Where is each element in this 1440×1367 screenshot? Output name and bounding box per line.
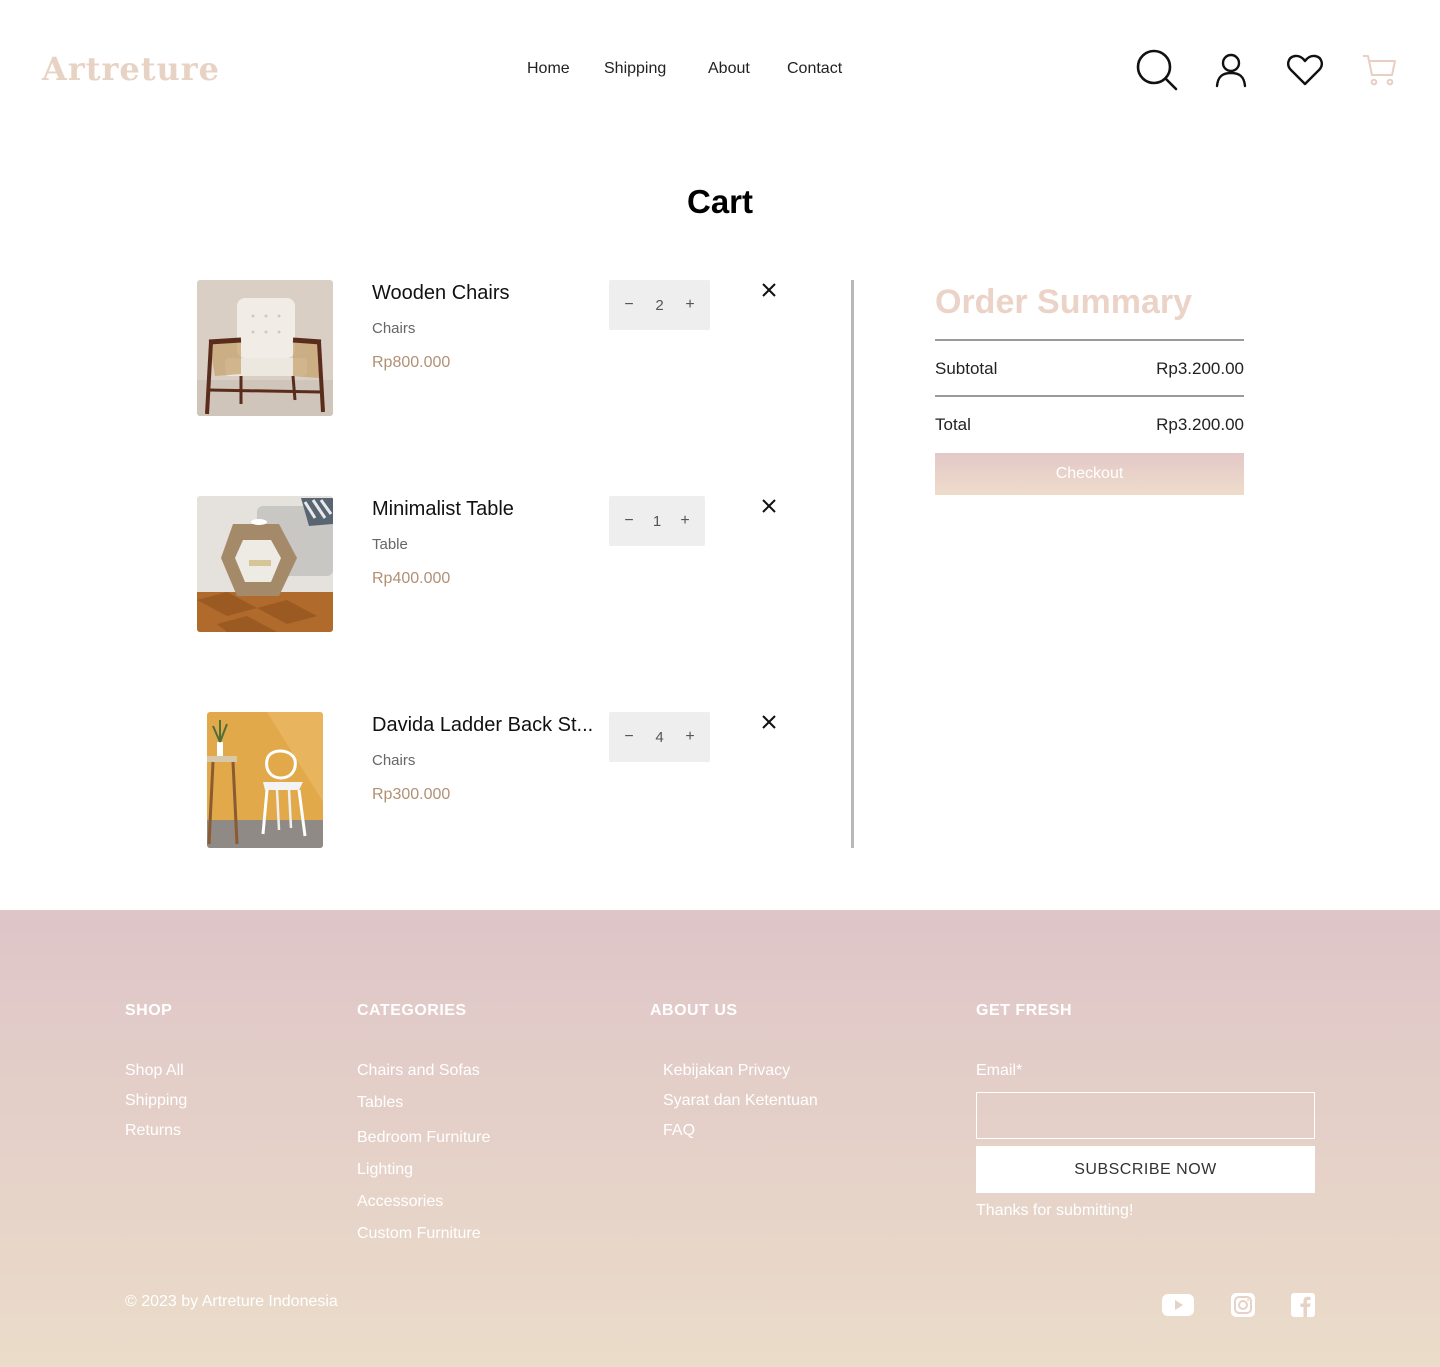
item-category: Table bbox=[372, 536, 408, 553]
quantity-value[interactable]: 4 bbox=[655, 729, 663, 746]
footer-link[interactable]: Kebijakan Privacy bbox=[663, 1062, 790, 1080]
page-title: Cart bbox=[686, 183, 754, 220]
item-name[interactable]: Davida Ladder Back St... bbox=[372, 714, 593, 737]
checkout-button[interactable]: Checkout bbox=[935, 453, 1244, 495]
footer-heading-categories: CATEGORIES bbox=[357, 1002, 467, 1019]
youtube-icon[interactable] bbox=[1162, 1292, 1194, 1318]
decrease-button[interactable]: − bbox=[623, 512, 635, 530]
side-table-photo[interactable] bbox=[197, 496, 333, 632]
facebook-icon[interactable] bbox=[1287, 1292, 1319, 1318]
close-icon[interactable] bbox=[759, 280, 779, 300]
cart-item: Minimalist Table Table Rp400.000 − 1 + bbox=[197, 496, 797, 632]
nav-shipping[interactable]: Shipping bbox=[604, 60, 666, 78]
quantity-value[interactable]: 1 bbox=[653, 513, 661, 530]
email-field[interactable] bbox=[976, 1092, 1315, 1139]
subscribe-confirmation: Thanks for submitting! bbox=[976, 1202, 1134, 1219]
footer-link[interactable]: Custom Furniture bbox=[357, 1225, 481, 1243]
quantity-stepper: − 1 + bbox=[609, 496, 705, 546]
footer-link[interactable]: Syarat dan Ketentuan bbox=[663, 1092, 818, 1110]
increase-button[interactable]: + bbox=[684, 728, 696, 746]
subtotal-label: Subtotal bbox=[935, 359, 998, 378]
quantity-stepper: − 2 + bbox=[609, 280, 710, 330]
white-chair-photo[interactable] bbox=[207, 712, 323, 848]
increase-button[interactable]: + bbox=[679, 512, 691, 530]
footer-link[interactable]: Bedroom Furniture bbox=[357, 1129, 490, 1147]
footer-link[interactable]: Returns bbox=[125, 1122, 181, 1140]
item-name[interactable]: Minimalist Table bbox=[372, 498, 514, 521]
instagram-icon[interactable] bbox=[1227, 1292, 1259, 1318]
search-icon[interactable] bbox=[1135, 48, 1179, 92]
close-icon[interactable] bbox=[759, 712, 779, 732]
total-value: Rp3.200.00 bbox=[1156, 415, 1244, 434]
item-category: Chairs bbox=[372, 752, 416, 769]
summary-divider bbox=[935, 339, 1244, 341]
armchair-photo[interactable] bbox=[197, 280, 333, 416]
copyright: © 2023 by Artreture Indonesia bbox=[125, 1293, 338, 1310]
user-icon[interactable] bbox=[1209, 48, 1253, 92]
quantity-stepper: − 4 + bbox=[609, 712, 710, 762]
footer-link[interactable]: Shop All bbox=[125, 1062, 184, 1080]
site-logo[interactable]: Artreture bbox=[42, 50, 220, 88]
cart-icon[interactable] bbox=[1357, 48, 1401, 92]
close-icon[interactable] bbox=[759, 496, 779, 516]
increase-button[interactable]: + bbox=[684, 296, 696, 314]
item-price: Rp800.000 bbox=[372, 354, 451, 371]
footer-link[interactable]: Chairs and Sofas bbox=[357, 1062, 480, 1080]
item-name[interactable]: Wooden Chairs bbox=[372, 282, 509, 305]
summary-divider bbox=[935, 395, 1244, 397]
email-label: Email* bbox=[976, 1062, 1023, 1079]
footer-link[interactable]: Accessories bbox=[357, 1193, 443, 1211]
nav-home[interactable]: Home bbox=[527, 60, 570, 78]
quantity-value[interactable]: 2 bbox=[655, 297, 663, 314]
subtotal-row: Subtotal Rp3.200.00 bbox=[935, 359, 1244, 379]
footer-link[interactable]: FAQ bbox=[663, 1122, 695, 1140]
decrease-button[interactable]: − bbox=[623, 296, 635, 314]
site-footer: SHOP Shop All Shipping Returns CATEGORIE… bbox=[0, 910, 1440, 1367]
footer-heading-fresh: GET FRESH bbox=[976, 1002, 1073, 1019]
order-summary-title: Order Summary bbox=[935, 283, 1192, 321]
decrease-button[interactable]: − bbox=[623, 728, 635, 746]
total-label: Total bbox=[935, 415, 971, 434]
nav-about[interactable]: About bbox=[708, 60, 750, 78]
nav-contact[interactable]: Contact bbox=[787, 60, 842, 78]
heart-icon[interactable] bbox=[1283, 48, 1327, 92]
item-category: Chairs bbox=[372, 320, 416, 337]
subtotal-value: Rp3.200.00 bbox=[1156, 359, 1244, 378]
subscribe-button[interactable]: SUBSCRIBE NOW bbox=[976, 1146, 1315, 1193]
total-row: Total Rp3.200.00 bbox=[935, 415, 1244, 435]
item-price: Rp400.000 bbox=[372, 570, 451, 587]
footer-link[interactable]: Shipping bbox=[125, 1092, 187, 1110]
cart-divider bbox=[851, 280, 854, 848]
footer-link[interactable]: Lighting bbox=[357, 1161, 413, 1179]
cart-item: Wooden Chairs Chairs Rp800.000 − 2 + bbox=[197, 280, 797, 416]
item-price: Rp300.000 bbox=[372, 786, 451, 803]
footer-heading-about: ABOUT US bbox=[650, 1002, 738, 1019]
cart-item: Davida Ladder Back St... Chairs Rp300.00… bbox=[197, 712, 797, 848]
footer-heading-shop: SHOP bbox=[125, 1002, 173, 1019]
footer-link[interactable]: Tables bbox=[357, 1094, 403, 1112]
